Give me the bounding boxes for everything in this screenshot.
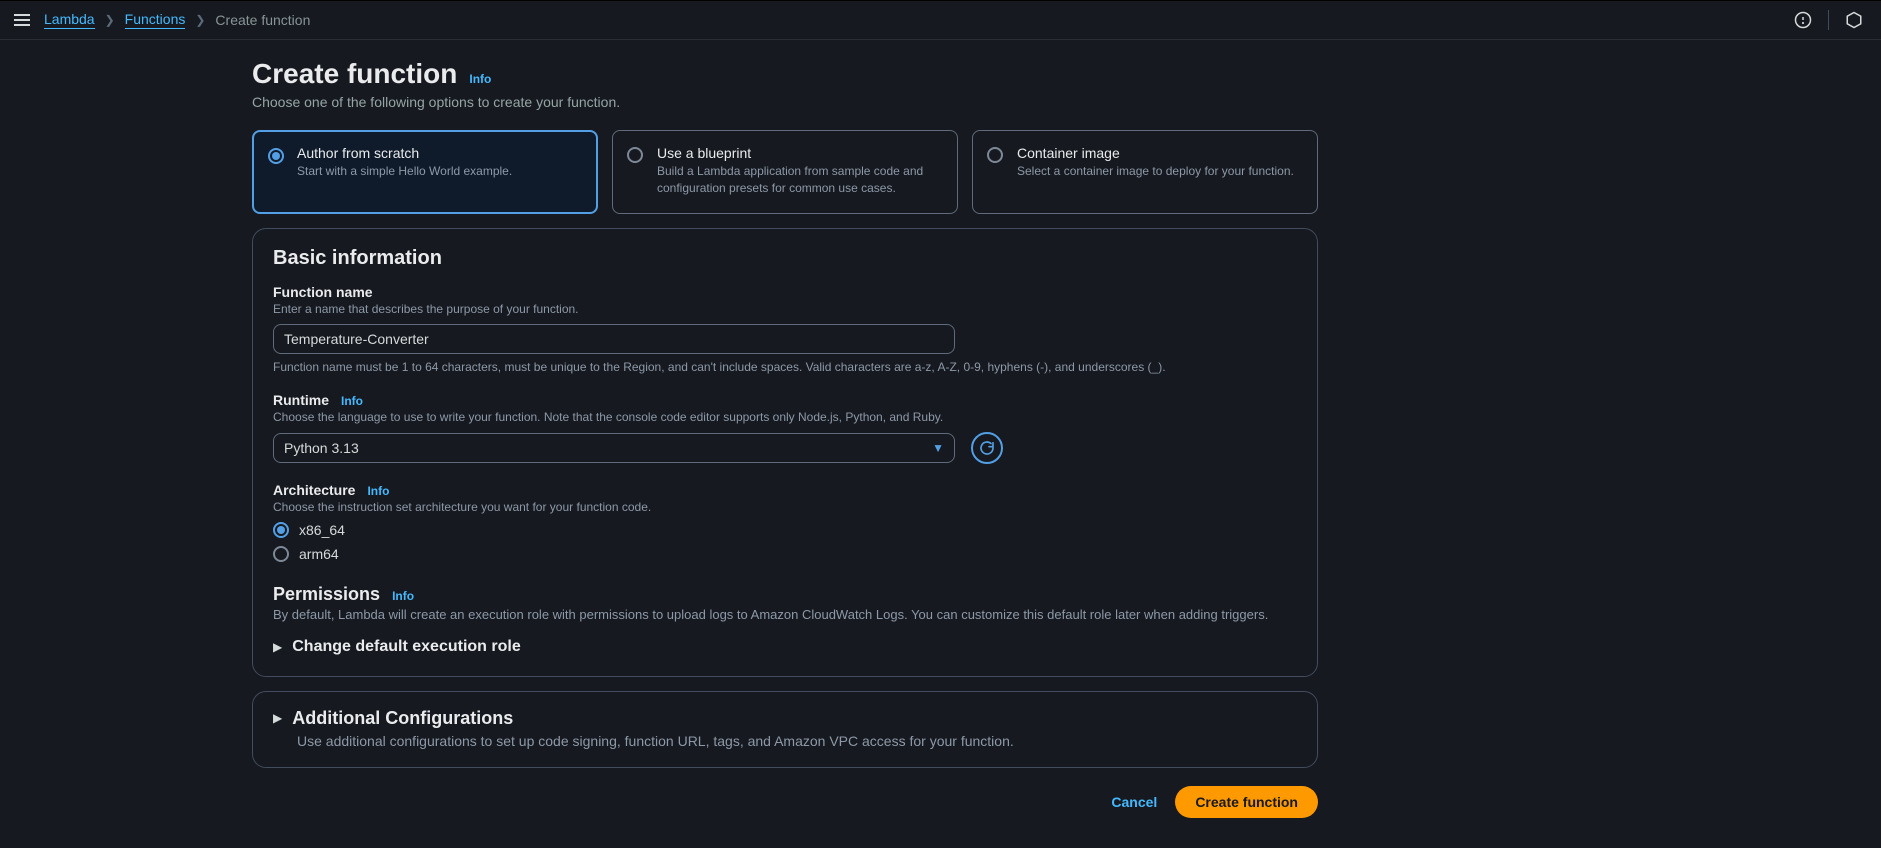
- top-bar-left: Lambda ❯ Functions ❯ Create function: [14, 11, 310, 29]
- arch-label-x86: x86_64: [299, 522, 345, 538]
- creation-options: Author from scratch Start with a simple …: [252, 130, 1318, 214]
- create-function-button[interactable]: Create function: [1175, 786, 1318, 818]
- option-desc: Select a container image to deploy for y…: [1017, 163, 1301, 180]
- cancel-button[interactable]: Cancel: [1111, 794, 1157, 810]
- menu-icon[interactable]: [14, 14, 30, 26]
- function-name-label: Function name: [273, 284, 373, 300]
- option-desc: Build a Lambda application from sample c…: [657, 163, 941, 197]
- option-author-from-scratch[interactable]: Author from scratch Start with a simple …: [252, 130, 598, 214]
- top-bar-right: [1790, 7, 1867, 33]
- runtime-value: Python 3.13: [284, 440, 359, 456]
- change-default-execution-role-toggle[interactable]: ▶ Change default execution role: [273, 638, 1297, 656]
- breadcrumb-service-link[interactable]: Lambda: [44, 11, 95, 29]
- radio-icon: [268, 148, 284, 164]
- arch-option-x86[interactable]: x86_64: [273, 522, 1297, 538]
- info-link[interactable]: Info: [469, 72, 491, 86]
- breadcrumb-functions-link[interactable]: Functions: [125, 11, 186, 29]
- option-desc: Start with a simple Hello World example.: [297, 163, 581, 180]
- radio-icon: [273, 522, 289, 538]
- page-title: Create function: [252, 58, 457, 90]
- chevron-right-icon: ❯: [195, 13, 205, 27]
- runtime-hint: Choose the language to use to write your…: [273, 410, 1297, 424]
- radio-icon: [627, 147, 643, 163]
- breadcrumb: Lambda ❯ Functions ❯ Create function: [44, 11, 310, 29]
- option-title: Use a blueprint: [657, 145, 941, 161]
- function-name-input[interactable]: [273, 324, 955, 354]
- additional-configurations-title: Additional Configurations: [292, 708, 513, 729]
- basic-information-panel: Basic information Function name Enter a …: [252, 228, 1318, 677]
- action-row: Cancel Create function: [252, 786, 1318, 818]
- permissions-title: Permissions: [273, 584, 380, 605]
- info-link[interactable]: Info: [367, 484, 389, 498]
- info-link[interactable]: Info: [392, 589, 414, 603]
- arch-option-arm64[interactable]: arm64: [273, 546, 1297, 562]
- radio-icon: [987, 147, 1003, 163]
- breadcrumb-current: Create function: [215, 12, 310, 28]
- page-subtitle: Choose one of the following options to c…: [252, 94, 1318, 110]
- architecture-label: Architecture: [273, 482, 355, 498]
- radio-icon: [273, 546, 289, 562]
- chevron-right-icon: ❯: [105, 13, 115, 27]
- triangle-right-icon: ▶: [273, 711, 282, 725]
- option-container-image[interactable]: Container image Select a container image…: [972, 130, 1318, 214]
- divider: [1828, 10, 1829, 30]
- arch-label-arm64: arm64: [299, 546, 339, 562]
- additional-configurations-desc: Use additional configurations to set up …: [297, 733, 1297, 749]
- change-role-title: Change default execution role: [292, 638, 520, 656]
- triangle-right-icon: ▶: [273, 640, 282, 654]
- panel-title: Basic information: [273, 247, 1297, 270]
- main-content: Create function Info Choose one of the f…: [252, 40, 1318, 848]
- top-bar: Lambda ❯ Functions ❯ Create function: [0, 0, 1881, 40]
- info-link[interactable]: Info: [341, 394, 363, 408]
- function-name-constraint: Function name must be 1 to 64 characters…: [273, 360, 1297, 374]
- permissions-desc: By default, Lambda will create an execut…: [273, 607, 1297, 622]
- function-name-hint: Enter a name that describes the purpose …: [273, 302, 1297, 316]
- option-title: Container image: [1017, 145, 1301, 161]
- additional-configurations-toggle[interactable]: ▶ Additional Configurations: [273, 708, 1297, 729]
- settings-icon[interactable]: [1841, 7, 1867, 33]
- option-title: Author from scratch: [297, 145, 581, 161]
- option-use-blueprint[interactable]: Use a blueprint Build a Lambda applicati…: [612, 130, 958, 214]
- runtime-label: Runtime: [273, 392, 329, 408]
- help-icon[interactable]: [1790, 7, 1816, 33]
- caret-down-icon: ▼: [932, 441, 944, 455]
- refresh-button[interactable]: [971, 432, 1003, 464]
- additional-configurations-panel: ▶ Additional Configurations Use addition…: [252, 691, 1318, 768]
- runtime-select[interactable]: Python 3.13 ▼: [273, 433, 955, 463]
- architecture-hint: Choose the instruction set architecture …: [273, 500, 1297, 514]
